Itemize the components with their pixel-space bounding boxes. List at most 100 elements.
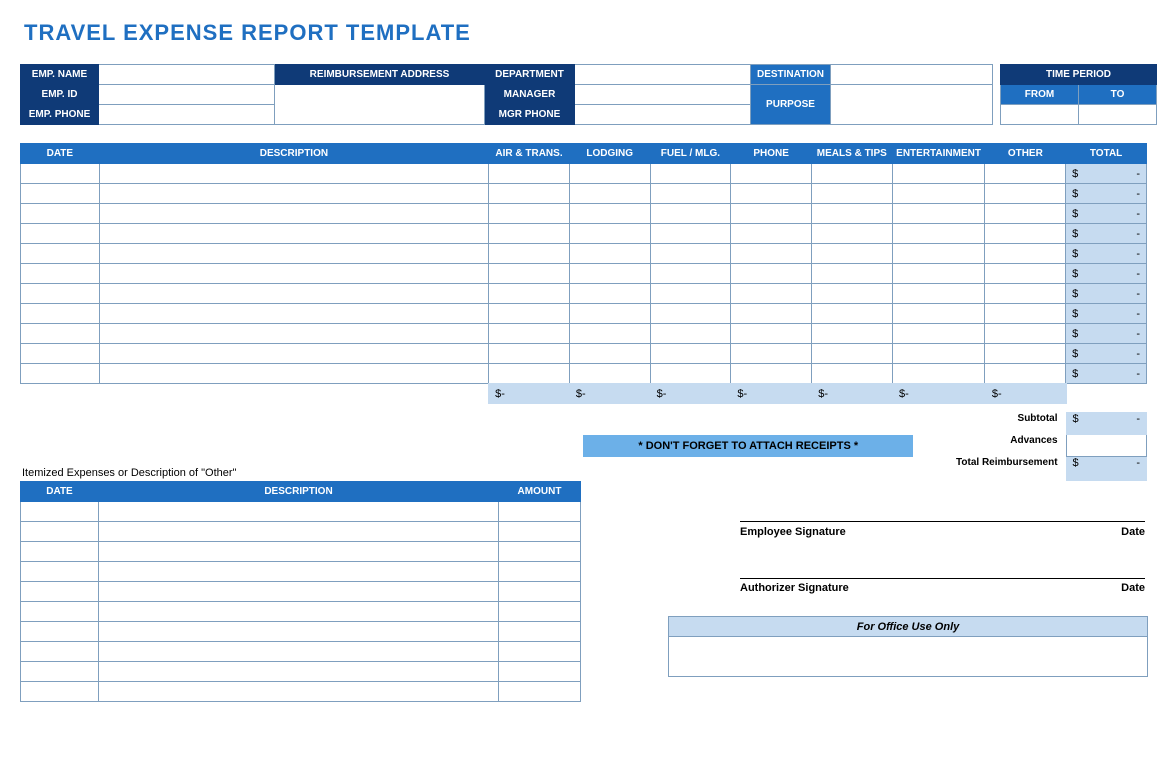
expense-cell[interactable] (650, 344, 731, 364)
expense-cell[interactable] (99, 304, 488, 324)
itemized-cell[interactable] (499, 522, 581, 542)
expense-cell[interactable] (650, 304, 731, 324)
itemized-cell[interactable] (499, 642, 581, 662)
expense-cell[interactable] (569, 324, 650, 344)
expense-cell[interactable] (985, 224, 1066, 244)
itemized-cell[interactable] (99, 502, 499, 522)
itemized-cell[interactable] (21, 542, 99, 562)
expense-cell[interactable] (892, 244, 985, 264)
expense-cell[interactable] (811, 324, 892, 344)
expense-cell[interactable] (985, 304, 1066, 324)
expense-cell[interactable] (489, 364, 570, 384)
expense-cell[interactable] (811, 364, 892, 384)
input-destination[interactable] (831, 65, 993, 85)
expense-cell[interactable] (811, 304, 892, 324)
itemized-cell[interactable] (99, 642, 499, 662)
expense-cell[interactable] (650, 184, 731, 204)
itemized-cell[interactable] (499, 502, 581, 522)
expense-cell[interactable] (650, 324, 731, 344)
expense-cell[interactable] (99, 244, 488, 264)
expense-cell[interactable] (892, 364, 985, 384)
expense-cell[interactable] (892, 204, 985, 224)
itemized-cell[interactable] (21, 662, 99, 682)
expense-cell[interactable] (569, 244, 650, 264)
expense-cell[interactable] (569, 304, 650, 324)
expense-cell[interactable] (569, 204, 650, 224)
expense-cell[interactable] (892, 284, 985, 304)
expense-cell[interactable] (489, 304, 570, 324)
expense-cell[interactable] (731, 344, 812, 364)
expense-cell[interactable] (489, 264, 570, 284)
itemized-cell[interactable] (21, 582, 99, 602)
itemized-cell[interactable] (499, 622, 581, 642)
expense-cell[interactable] (489, 204, 570, 224)
expense-cell[interactable] (489, 324, 570, 344)
expense-cell[interactable] (569, 164, 650, 184)
itemized-cell[interactable] (99, 662, 499, 682)
expense-cell[interactable] (731, 204, 812, 224)
expense-cell[interactable] (985, 164, 1066, 184)
expense-cell[interactable] (99, 164, 488, 184)
expense-cell[interactable] (569, 364, 650, 384)
expense-cell[interactable] (892, 324, 985, 344)
input-department[interactable] (575, 65, 751, 85)
expense-cell[interactable] (21, 164, 100, 184)
input-emp-id[interactable] (99, 85, 275, 105)
expense-cell[interactable] (811, 184, 892, 204)
input-reimb-addr[interactable] (275, 85, 485, 125)
expense-cell[interactable] (99, 184, 488, 204)
expense-cell[interactable] (892, 184, 985, 204)
input-from[interactable] (1001, 105, 1079, 125)
input-to[interactable] (1079, 105, 1157, 125)
expense-cell[interactable] (21, 364, 100, 384)
itemized-cell[interactable] (99, 542, 499, 562)
expense-cell[interactable] (650, 264, 731, 284)
expense-cell[interactable] (489, 344, 570, 364)
expense-cell[interactable] (21, 264, 100, 284)
expense-cell[interactable] (99, 264, 488, 284)
expense-cell[interactable] (811, 224, 892, 244)
itemized-cell[interactable] (21, 622, 99, 642)
expense-cell[interactable] (489, 184, 570, 204)
itemized-cell[interactable] (21, 682, 99, 702)
expense-cell[interactable] (985, 364, 1066, 384)
expense-cell[interactable] (489, 164, 570, 184)
expense-cell[interactable] (650, 244, 731, 264)
itemized-cell[interactable] (99, 622, 499, 642)
expense-cell[interactable] (21, 204, 100, 224)
expense-cell[interactable] (99, 324, 488, 344)
input-office-use[interactable] (669, 637, 1148, 677)
expense-cell[interactable] (650, 204, 731, 224)
expense-cell[interactable] (650, 364, 731, 384)
expense-cell[interactable] (731, 264, 812, 284)
input-purpose[interactable] (831, 85, 993, 125)
expense-cell[interactable] (99, 224, 488, 244)
expense-cell[interactable] (569, 264, 650, 284)
expense-cell[interactable] (892, 164, 985, 184)
expense-cell[interactable] (811, 244, 892, 264)
expense-cell[interactable] (731, 244, 812, 264)
expense-cell[interactable] (569, 284, 650, 304)
expense-cell[interactable] (731, 364, 812, 384)
expense-cell[interactable] (21, 284, 100, 304)
expense-cell[interactable] (892, 344, 985, 364)
input-emp-name[interactable] (99, 65, 275, 85)
input-mgr-phone[interactable] (575, 105, 751, 125)
itemized-cell[interactable] (99, 682, 499, 702)
expense-cell[interactable] (650, 284, 731, 304)
itemized-cell[interactable] (99, 522, 499, 542)
itemized-cell[interactable] (21, 562, 99, 582)
expense-cell[interactable] (731, 304, 812, 324)
itemized-cell[interactable] (499, 562, 581, 582)
expense-cell[interactable] (985, 204, 1066, 224)
expense-cell[interactable] (985, 264, 1066, 284)
expense-cell[interactable] (731, 324, 812, 344)
expense-cell[interactable] (569, 224, 650, 244)
expense-cell[interactable] (489, 284, 570, 304)
expense-cell[interactable] (21, 324, 100, 344)
itemized-cell[interactable] (499, 682, 581, 702)
expense-cell[interactable] (650, 164, 731, 184)
input-advances[interactable] (1066, 435, 1146, 457)
expense-cell[interactable] (21, 184, 100, 204)
expense-cell[interactable] (892, 224, 985, 244)
